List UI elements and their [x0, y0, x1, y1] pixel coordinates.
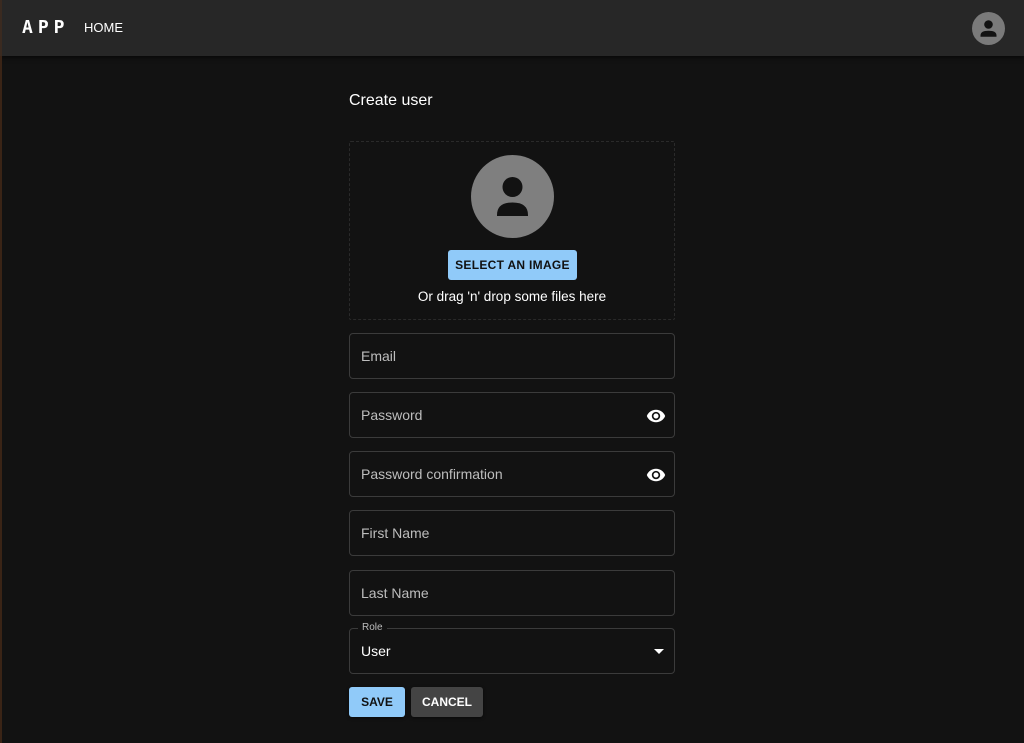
- role-select[interactable]: Role User: [349, 622, 675, 674]
- person-icon: [497, 177, 528, 216]
- app-logo: APP: [22, 17, 70, 38]
- password-confirmation-field[interactable]: Password confirmation: [349, 451, 675, 497]
- eye-icon[interactable]: [646, 465, 666, 485]
- first-name-placeholder: First Name: [361, 525, 430, 541]
- account-button[interactable]: [972, 12, 1005, 45]
- last-name-field[interactable]: Last Name: [349, 570, 675, 616]
- chevron-down-icon: [654, 649, 664, 654]
- drop-hint: Or drag 'n' drop some files here: [417, 289, 607, 304]
- image-dropzone[interactable]: SELECT AN IMAGE Or drag 'n' drop some fi…: [349, 141, 675, 320]
- role-label: Role: [358, 622, 387, 633]
- last-name-placeholder: Last Name: [361, 585, 429, 601]
- window-edge: [0, 56, 2, 743]
- password-field[interactable]: Password: [349, 392, 675, 438]
- page-title: Create user: [349, 92, 433, 109]
- save-button[interactable]: SAVE: [349, 687, 405, 717]
- select-image-button[interactable]: SELECT AN IMAGE: [448, 250, 577, 280]
- app-bar: APP HOME: [0, 0, 1024, 56]
- password-placeholder: Password: [361, 407, 423, 423]
- account-circle-icon: [980, 20, 997, 37]
- nav-home-link[interactable]: HOME: [80, 16, 127, 40]
- password-confirmation-placeholder: Password confirmation: [361, 466, 503, 482]
- cancel-button[interactable]: CANCEL: [411, 687, 483, 717]
- avatar-placeholder: [471, 155, 554, 238]
- email-placeholder: Email: [361, 348, 397, 364]
- first-name-field[interactable]: First Name: [349, 510, 675, 556]
- role-value: User: [361, 643, 391, 659]
- email-field[interactable]: Email: [349, 333, 675, 379]
- eye-icon[interactable]: [646, 406, 666, 426]
